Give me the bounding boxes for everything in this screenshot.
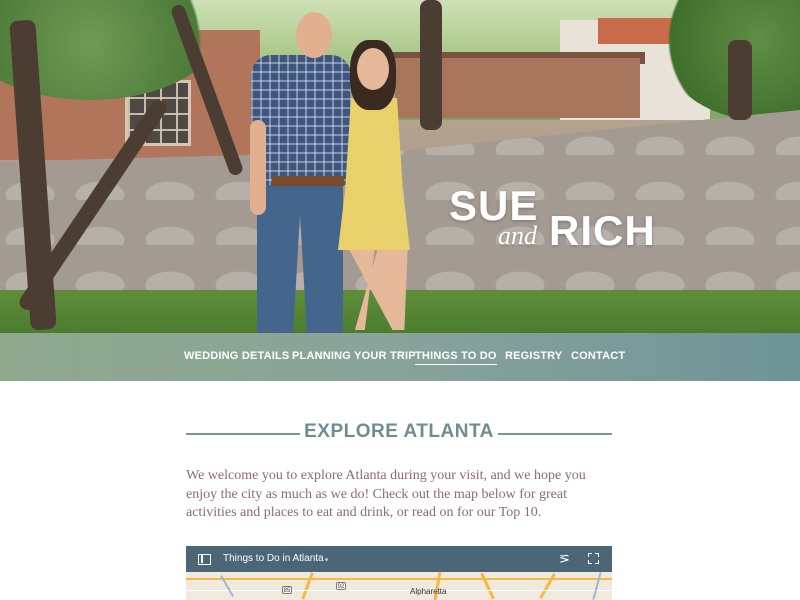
- map-road: [301, 572, 314, 600]
- hero-title-second: RICH: [549, 207, 656, 254]
- map-route-shield: 92: [336, 582, 346, 590]
- fullscreen-corner: [595, 553, 599, 557]
- intro-paragraph: We welcome you to explore Atlanta during…: [186, 468, 586, 520]
- fullscreen-icon[interactable]: [588, 553, 599, 564]
- fullscreen-corner: [588, 553, 592, 557]
- fullscreen-corner: [588, 560, 592, 564]
- hero-banner: SUE and RICH: [0, 0, 800, 333]
- couple-man-head: [296, 12, 332, 58]
- map-embed[interactable]: Things to Do in Atlanta ⪞ 92 85 Alpharet…: [186, 546, 612, 600]
- section-heading: EXPLORE ATLANTA: [186, 421, 612, 447]
- map-place-label: Alpharetta: [410, 587, 447, 596]
- share-icon[interactable]: ⪞: [559, 552, 570, 566]
- map-title-dot: [325, 558, 328, 561]
- couple-man-arm: [250, 120, 266, 215]
- fullscreen-corner: [595, 560, 599, 564]
- hero-tree-trunk: [420, 0, 442, 130]
- hero-tree-trunk: [728, 40, 752, 120]
- map-river: [592, 572, 602, 600]
- nav-item-contact[interactable]: CONTACT: [571, 350, 625, 362]
- nav-item-registry[interactable]: REGISTRY: [505, 350, 562, 362]
- map-header-bar: Things to Do in Atlanta ⪞: [186, 546, 612, 572]
- hero-title-and: and: [498, 221, 537, 250]
- couple-man-belt: [272, 176, 344, 186]
- map-title[interactable]: Things to Do in Atlanta: [223, 553, 324, 564]
- nav-item-wedding-details[interactable]: WEDDING DETAILS: [184, 350, 289, 362]
- couple-woman-head: [357, 48, 389, 90]
- nav-item-things-to-do[interactable]: THINGS TO DO: [415, 350, 497, 365]
- couple-man-shirt: [251, 55, 351, 185]
- list-icon[interactable]: [198, 554, 211, 565]
- page-title: EXPLORE ATLANTA: [304, 421, 494, 442]
- map-route-shield: 85: [282, 586, 292, 594]
- map-road: [186, 590, 612, 591]
- map-road: [539, 573, 556, 599]
- map-road: [480, 572, 495, 600]
- main-nav: WEDDING DETAILS PLANNING YOUR TRIP THING…: [0, 333, 800, 381]
- nav-item-planning-your-trip[interactable]: PLANNING YOUR TRIP: [292, 350, 416, 362]
- map-canvas[interactable]: 92 85 Alpharetta: [186, 571, 612, 600]
